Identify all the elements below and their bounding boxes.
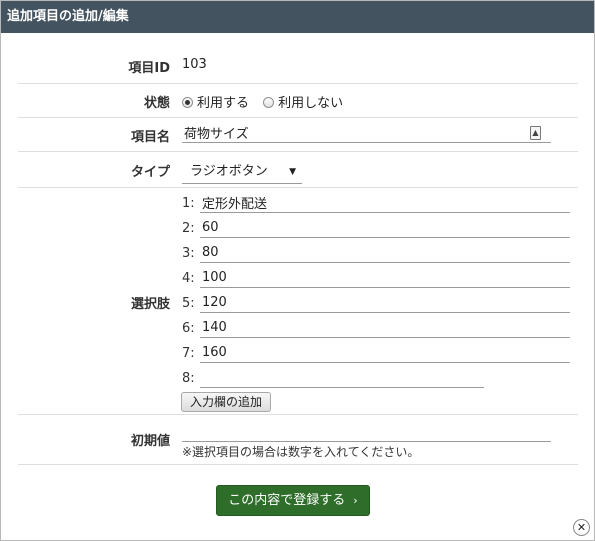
- edit-item-dialog: 追加項目の追加/編集 項目ID 103 状態 利用する 利用しない 項目名 ▲ …: [0, 0, 595, 541]
- item-name-label: 項目名: [130, 130, 170, 145]
- choice-number: 4:: [182, 271, 195, 286]
- choice-input-2[interactable]: [200, 218, 570, 238]
- item-id-row: 項目ID 103: [18, 49, 578, 84]
- choice-number: 6:: [182, 321, 195, 336]
- status-options: 利用する 利用しない: [182, 92, 353, 111]
- radio-unchecked-icon[interactable]: [263, 97, 275, 108]
- initial-value-label: 初期値: [130, 434, 170, 449]
- choice-number: 7:: [182, 346, 195, 361]
- item-name-input[interactable]: [182, 123, 551, 143]
- item-id-label: 項目ID: [128, 61, 170, 76]
- dialog-title: 追加項目の追加/編集: [1, 1, 594, 33]
- status-row: 状態 利用する 利用しない: [18, 84, 578, 118]
- initial-value-row: 初期値 ※選択項目の場合は数字を入れてください。: [18, 415, 578, 465]
- choice-input-3[interactable]: [200, 243, 570, 263]
- chevron-right-icon: ›: [353, 494, 358, 507]
- add-choice-button[interactable]: 入力欄の追加: [181, 392, 272, 412]
- choice-number: 5:: [182, 296, 195, 311]
- choice-input-4[interactable]: [200, 268, 570, 288]
- choices-label: 選択肢: [130, 297, 170, 312]
- type-label: タイプ: [130, 165, 170, 180]
- choice-input-7[interactable]: [200, 343, 570, 363]
- choice-input-8[interactable]: [200, 368, 484, 388]
- choice-number: 1:: [182, 196, 195, 211]
- item-name-row: 項目名 ▲: [18, 118, 578, 152]
- dropdown-arrow-icon: ▼: [289, 167, 296, 177]
- choice-input-6[interactable]: [200, 318, 570, 338]
- initial-value-input[interactable]: [182, 422, 551, 442]
- choice-number: 2:: [182, 221, 195, 236]
- close-icon[interactable]: ✕: [573, 519, 590, 536]
- submit-button[interactable]: この内容で登録する ›: [216, 485, 370, 516]
- item-id-value: 103: [182, 57, 207, 72]
- choice-input-5[interactable]: [200, 293, 570, 313]
- radio-checked-icon[interactable]: [182, 97, 193, 108]
- status-label: 状態: [143, 96, 170, 111]
- choices-row: 選択肢 1: 2: 3: 4: 5: 6: 7: 8:: [18, 188, 578, 415]
- initial-value-note: ※選択項目の場合は数字を入れてください。: [182, 445, 420, 459]
- choice-number: 8:: [182, 371, 195, 386]
- type-select[interactable]: ラジオボタン ▼: [182, 162, 302, 184]
- status-use-radio[interactable]: 利用する: [182, 92, 249, 111]
- choice-number: 3:: [182, 246, 195, 261]
- input-assist-icon[interactable]: ▲: [530, 126, 541, 140]
- choice-input-1[interactable]: [200, 193, 570, 213]
- status-use-label: 利用する: [197, 96, 250, 111]
- status-unuse-radio[interactable]: 利用しない: [263, 92, 343, 111]
- status-unuse-label: 利用しない: [278, 96, 344, 111]
- submit-label: この内容で登録する: [228, 493, 346, 508]
- type-select-value: ラジオボタン: [190, 164, 268, 179]
- type-row: タイプ ラジオボタン ▼: [18, 152, 578, 188]
